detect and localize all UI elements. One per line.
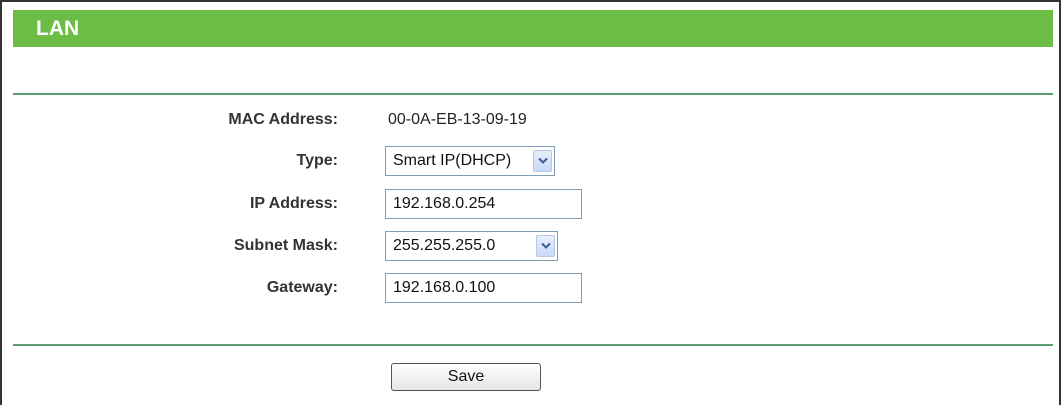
mac-address-label: MAC Address: xyxy=(228,111,338,128)
gateway-input[interactable] xyxy=(385,273,582,303)
ip-address-input[interactable] xyxy=(385,189,582,219)
type-select-value: Smart IP(DHCP) xyxy=(393,152,512,169)
top-divider xyxy=(13,93,1053,95)
ip-address-label: IP Address: xyxy=(249,195,338,212)
type-row: Type: Smart IP(DHCP) xyxy=(2,146,1061,176)
type-label: Type: xyxy=(296,152,338,169)
page-title: LAN xyxy=(13,10,1053,47)
type-dropdown-button[interactable] xyxy=(533,150,552,172)
gateway-label: Gateway: xyxy=(266,279,338,296)
subnet-mask-select[interactable]: 255.255.255.0 xyxy=(385,231,558,261)
gateway-row: Gateway: xyxy=(2,273,1061,303)
lan-settings-panel: LAN MAC Address: 00-0A-EB-13-09-19 Type:… xyxy=(0,0,1061,405)
chevron-down-icon xyxy=(538,157,548,164)
bottom-divider xyxy=(13,344,1053,346)
chevron-down-icon xyxy=(541,242,551,249)
subnet-mask-select-value: 255.255.255.0 xyxy=(393,237,496,254)
type-select[interactable]: Smart IP(DHCP) xyxy=(385,146,555,176)
ip-address-row: IP Address: xyxy=(2,189,1061,219)
mac-address-value: 00-0A-EB-13-09-19 xyxy=(388,111,527,128)
save-button[interactable]: Save xyxy=(391,363,541,391)
subnet-mask-row: Subnet Mask: 255.255.255.0 xyxy=(2,231,1061,261)
subnet-mask-dropdown-button[interactable] xyxy=(536,235,555,257)
subnet-mask-label: Subnet Mask: xyxy=(233,237,338,254)
mac-address-row: MAC Address: 00-0A-EB-13-09-19 xyxy=(2,105,1061,135)
